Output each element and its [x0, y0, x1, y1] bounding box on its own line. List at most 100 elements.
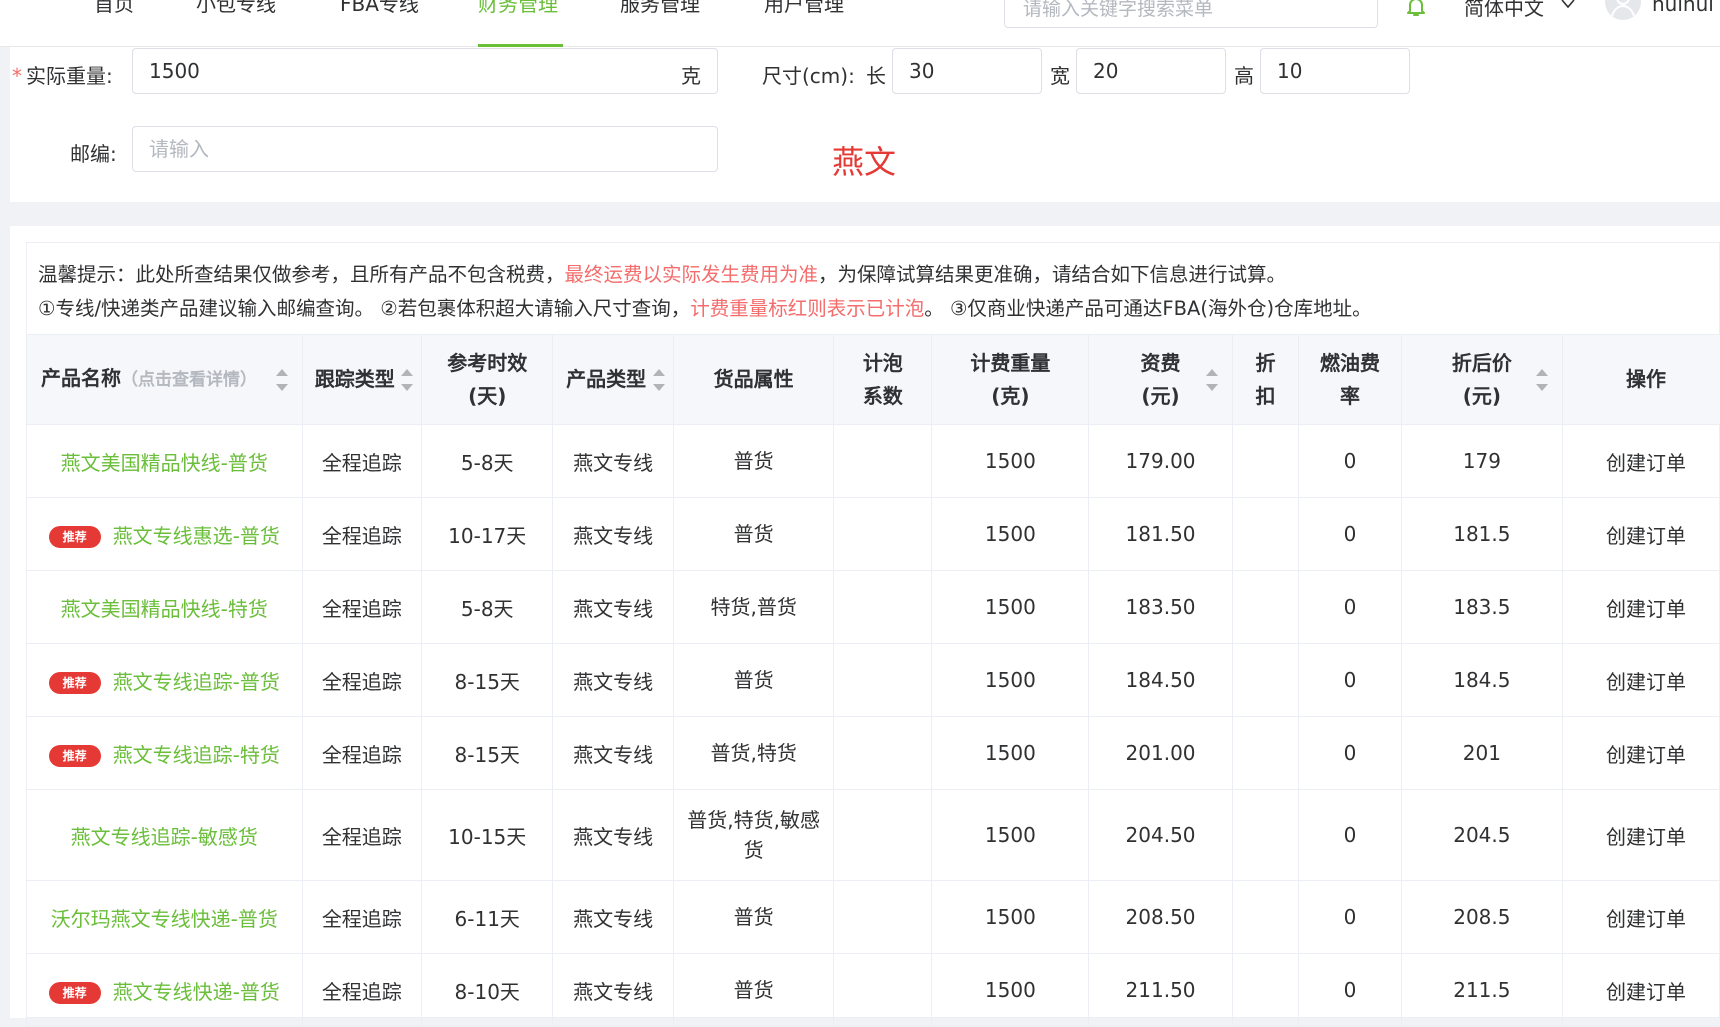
weight-field[interactable]: 克 [132, 48, 718, 94]
width-input[interactable] [1077, 49, 1225, 93]
zip-field[interactable] [132, 126, 718, 172]
width-field[interactable] [1076, 48, 1226, 94]
table-body: 燕文美国精品快线-普货全程追踪5-8天燕文专线普货1500179.000179创… [27, 425, 1720, 1027]
language-selector[interactable]: 简体中文 [1464, 0, 1544, 21]
length-field[interactable] [892, 48, 1042, 94]
col-product-type[interactable]: 产品类型 [553, 335, 674, 425]
create-order-link-text[interactable]: 创建订单 [1606, 825, 1686, 849]
fuel-rate-cell-text: 0 [1344, 522, 1357, 546]
create-order-link[interactable]: 创建订单 [1563, 717, 1720, 790]
chevron-down-icon[interactable] [1560, 0, 1576, 12]
product-name-cell[interactable]: 推荐燕文专线快递-普货 [27, 954, 303, 1027]
fee-cell: 181.50 [1089, 498, 1232, 571]
create-order-link[interactable]: 创建订单 [1563, 954, 1720, 1027]
nav-parcel-line[interactable]: 小包专线 [196, 0, 276, 36]
create-order-link[interactable]: 创建订单 [1563, 571, 1720, 644]
nav-user[interactable]: 用户管理 [764, 0, 844, 36]
create-order-link-text[interactable]: 创建订单 [1606, 907, 1686, 931]
create-order-link-text[interactable]: 创建订单 [1606, 451, 1686, 475]
user-avatar-icon[interactable] [1605, 0, 1641, 20]
nav-fba-line[interactable]: FBA专线 [340, 0, 419, 36]
nav-finance[interactable]: 财务管理 [478, 0, 558, 36]
table-header-row: 产品名称（点击查看详情） 跟踪类型 参考时效(天) 产品类型 货品属性 计泡系数… [27, 335, 1720, 425]
height-label: 高 [1234, 60, 1254, 89]
product-name-link[interactable]: 燕文美国精品快线-特货 [61, 597, 268, 621]
product-name-link[interactable]: 燕文美国精品快线-普货 [61, 451, 268, 475]
col-billing-weight: 计费重量(克) [932, 335, 1089, 425]
nav-service[interactable]: 服务管理 [620, 0, 700, 36]
create-order-link-text[interactable]: 创建订单 [1606, 524, 1686, 548]
product-name-cell[interactable]: 燕文美国精品快线-特货 [27, 571, 303, 644]
sort-caret-icon[interactable] [401, 369, 413, 391]
product-name-cell[interactable]: 燕文美国精品快线-普货 [27, 425, 303, 498]
tip-line-2-tail: 。 ③仅商业快递产品可通达FBA(海外仓)仓库地址。 [924, 297, 1371, 320]
fee-cell: 208.50 [1089, 881, 1232, 954]
menu-search-box[interactable] [1004, 0, 1378, 28]
billing-weight-cell: 1500 [932, 498, 1089, 571]
vol-factor-cell [834, 498, 932, 571]
col-product-name[interactable]: 产品名称（点击查看详情） [27, 335, 303, 425]
product-name-cell[interactable]: 沃尔玛燕文专线快递-普货 [27, 881, 303, 954]
length-input[interactable] [893, 49, 1041, 93]
fuel-rate-cell: 0 [1299, 717, 1401, 790]
zip-input[interactable] [133, 127, 717, 171]
product-name-link[interactable]: 燕文专线追踪-敏感货 [71, 825, 258, 849]
tip-line-2: ①专线/快递类产品建议输入邮编查询。 ②若包裹体积超大请输入尺寸查询，计费重量标… [38, 292, 1372, 321]
create-order-link[interactable]: 创建订单 [1563, 498, 1720, 571]
final-price-cell: 179 [1401, 425, 1562, 498]
create-order-link-text[interactable]: 创建订单 [1606, 670, 1686, 694]
product-name-link[interactable]: 燕文专线追踪-特货 [113, 743, 280, 767]
username[interactable]: huihui [1652, 0, 1714, 16]
bell-icon[interactable] [1404, 0, 1428, 18]
goods-attr-cell: 特货,普货 [673, 571, 833, 644]
product-name-cell[interactable]: 推荐燕文专线追踪-特货 [27, 717, 303, 790]
final-price-cell-text: 183.5 [1453, 595, 1510, 619]
product-name-link[interactable]: 燕文专线快递-普货 [113, 980, 280, 1004]
goods-attr-cell: 普货 [673, 425, 833, 498]
tracking-cell-text: 全程追踪 [322, 743, 402, 767]
final-price-cell: 204.5 [1401, 790, 1562, 881]
final-price-cell-text: 208.5 [1453, 905, 1510, 929]
create-order-link[interactable]: 创建订单 [1563, 790, 1720, 881]
fuel-rate-cell-text: 0 [1344, 668, 1357, 692]
product-name-cell[interactable]: 推荐燕文专线惠选-普货 [27, 498, 303, 571]
final-price-cell: 211.5 [1401, 954, 1562, 1027]
product-name-link[interactable]: 燕文专线追踪-普货 [113, 670, 280, 694]
product-name-cell[interactable]: 燕文专线追踪-敏感货 [27, 790, 303, 881]
create-order-link[interactable]: 创建订单 [1563, 425, 1720, 498]
billing-weight-cell: 1500 [932, 717, 1089, 790]
goods-attr-cell: 普货 [673, 644, 833, 717]
create-order-link-text[interactable]: 创建订单 [1606, 980, 1686, 1004]
product-type-cell: 燕文专线 [553, 571, 674, 644]
table-row: 燕文美国精品快线-普货全程追踪5-8天燕文专线普货1500179.000179创… [27, 425, 1720, 498]
vol-factor-cell [834, 425, 932, 498]
discount-cell [1232, 571, 1299, 644]
billing-weight-cell-text: 1500 [985, 978, 1036, 1002]
col-final-price-label: 折后价(元) [1452, 351, 1512, 408]
create-order-link[interactable]: 创建订单 [1563, 881, 1720, 954]
col-tracking-type[interactable]: 跟踪类型 [302, 335, 421, 425]
create-order-link-text[interactable]: 创建订单 [1606, 597, 1686, 621]
product-name-cell[interactable]: 推荐燕文专线追踪-普货 [27, 644, 303, 717]
final-price-cell-text: 184.5 [1453, 668, 1510, 692]
weight-input[interactable] [133, 49, 717, 93]
height-input[interactable] [1261, 49, 1409, 93]
create-order-link[interactable]: 创建订单 [1563, 644, 1720, 717]
fuel-rate-cell: 0 [1299, 644, 1401, 717]
sort-caret-icon[interactable] [1536, 369, 1548, 391]
menu-search-input[interactable] [1005, 0, 1377, 27]
height-field[interactable] [1260, 48, 1410, 94]
product-name-link[interactable]: 燕文专线惠选-普货 [113, 524, 280, 548]
final-price-cell: 208.5 [1401, 881, 1562, 954]
tracking-cell: 全程追踪 [302, 498, 421, 571]
product-name-link[interactable]: 沃尔玛燕文专线快递-普货 [51, 907, 278, 931]
sort-caret-icon[interactable] [1206, 369, 1218, 391]
col-final-price[interactable]: 折后价(元) [1401, 335, 1562, 425]
fee-cell-text: 183.50 [1126, 595, 1196, 619]
sort-caret-icon[interactable] [653, 369, 665, 391]
tracking-cell-text: 全程追踪 [322, 825, 402, 849]
create-order-link-text[interactable]: 创建订单 [1606, 743, 1686, 767]
nav-home[interactable]: 首页 [94, 0, 134, 36]
sort-caret-icon[interactable] [276, 369, 288, 391]
col-fee[interactable]: 资费(元) [1089, 335, 1232, 425]
